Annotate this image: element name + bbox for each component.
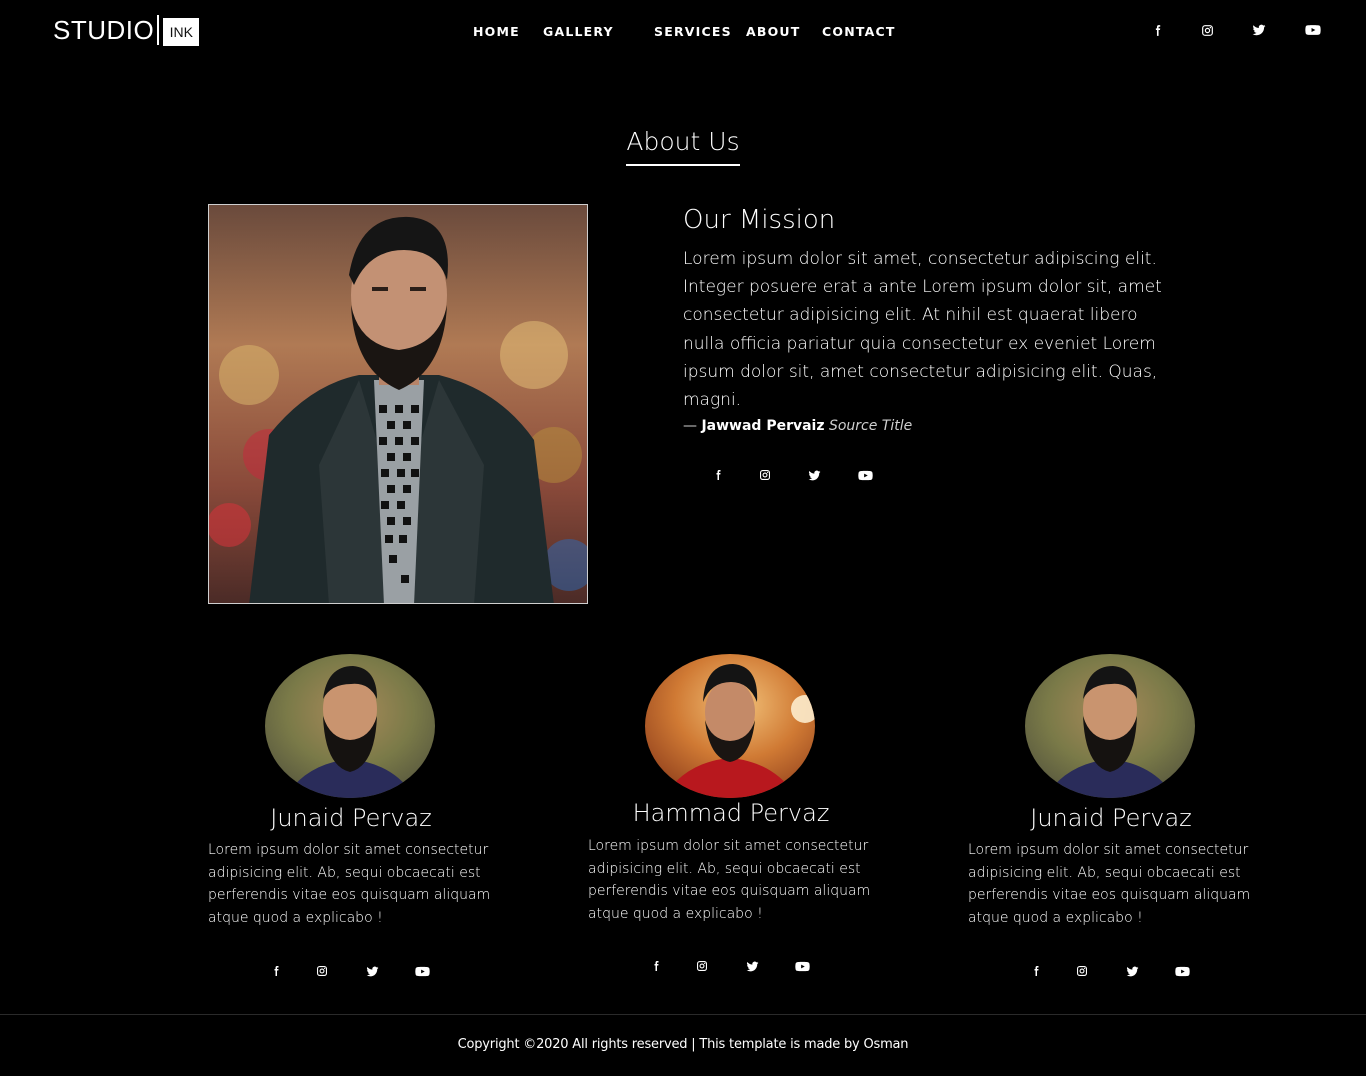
twitter-icon[interactable] bbox=[1122, 961, 1142, 981]
facebook-icon[interactable] bbox=[1147, 20, 1167, 40]
instagram-icon[interactable] bbox=[692, 956, 712, 976]
footer-copyright: Copyright ©2020 All rights reserved | Th… bbox=[457, 1037, 909, 1052]
about-title-text: About Us bbox=[626, 126, 740, 166]
youtube-icon[interactable] bbox=[412, 961, 432, 981]
member-bio: Lorem ipsum dolor sit amet consectetur a… bbox=[208, 842, 491, 926]
member-name: Junaid Pervaz bbox=[270, 804, 432, 832]
avatar bbox=[1025, 654, 1195, 798]
source-title: Source Title bbox=[828, 418, 913, 435]
facebook-icon[interactable] bbox=[266, 961, 286, 981]
nav-item-gallery[interactable]: GALLERY bbox=[543, 23, 614, 41]
instagram-icon[interactable] bbox=[1072, 961, 1092, 981]
facebook-icon[interactable] bbox=[646, 956, 666, 976]
twitter-icon[interactable] bbox=[362, 961, 382, 981]
nav-item-contact[interactable]: CONTACT bbox=[822, 23, 896, 41]
mission-text: Lorem ipsum dolor sit amet, consectetur … bbox=[683, 249, 1162, 411]
nav-item-about[interactable]: ABOUT bbox=[746, 23, 801, 41]
youtube-icon[interactable] bbox=[1172, 961, 1192, 981]
facebook-icon[interactable] bbox=[1026, 961, 1046, 981]
facebook-icon[interactable] bbox=[708, 465, 728, 485]
member-name: Hammad Pervaz bbox=[632, 799, 830, 827]
mission-source: — Jawwad Pervaiz Source Title bbox=[683, 415, 1163, 437]
youtube-icon[interactable] bbox=[855, 465, 875, 485]
footer-divider bbox=[0, 1014, 1366, 1015]
member-bio: Lorem ipsum dolor sit amet consectetur a… bbox=[588, 838, 871, 922]
mission-title: Our Mission bbox=[683, 205, 836, 235]
section-title: About Us bbox=[0, 120, 1366, 166]
nav-item-home[interactable]: HOME bbox=[473, 23, 520, 41]
instagram-icon[interactable] bbox=[755, 465, 775, 485]
twitter-icon[interactable] bbox=[804, 465, 824, 485]
instagram-icon[interactable] bbox=[1197, 20, 1217, 40]
youtube-icon[interactable] bbox=[1303, 20, 1323, 40]
avatar bbox=[265, 654, 435, 798]
member-bio: Lorem ipsum dolor sit amet consectetur a… bbox=[968, 842, 1251, 926]
source-author: Jawwad Pervaiz bbox=[701, 418, 825, 435]
top-navbar: STUDIO INK HOME GALLERY SERVICES ABOUT C… bbox=[0, 0, 1366, 64]
member-name: Junaid Pervaz bbox=[1030, 804, 1192, 832]
instagram-icon[interactable] bbox=[312, 961, 332, 981]
mission-block: Our Mission Lorem ipsum dolor sit amet, … bbox=[683, 204, 1163, 437]
avatar bbox=[645, 654, 815, 798]
twitter-icon[interactable] bbox=[742, 956, 762, 976]
founder-photo bbox=[208, 204, 588, 604]
twitter-icon[interactable] bbox=[1249, 20, 1269, 40]
youtube-icon[interactable] bbox=[792, 956, 812, 976]
nav-item-services[interactable]: SERVICES bbox=[654, 23, 732, 41]
source-dash: — bbox=[683, 418, 697, 435]
